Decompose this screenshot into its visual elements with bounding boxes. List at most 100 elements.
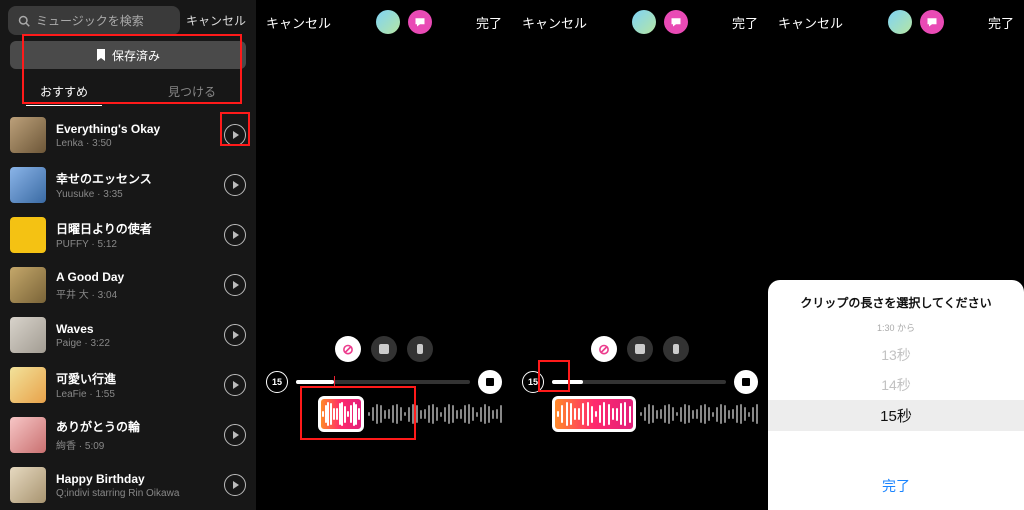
play-button[interactable] xyxy=(224,324,246,346)
photo-icon[interactable] xyxy=(632,10,656,34)
album-art xyxy=(10,117,46,153)
clip-mode-icon[interactable] xyxy=(627,336,653,362)
search-row: ミュージックを検索 キャンセル xyxy=(0,0,256,41)
play-button[interactable] xyxy=(224,274,246,296)
song-text: 可愛い行進 LeaFie · 1:55 xyxy=(56,370,214,400)
timeline: 15 xyxy=(256,370,512,394)
done-button[interactable]: 完了 xyxy=(732,13,758,32)
play-icon xyxy=(233,481,239,489)
header-icons xyxy=(632,10,688,34)
timeline: 15 xyxy=(512,370,768,394)
cancel-button[interactable]: キャンセル xyxy=(266,13,331,32)
duration-sheet: クリップの長さを選択してください 1:30 から 13秒14秒15秒 完了 xyxy=(768,280,1024,510)
photo-icon[interactable] xyxy=(376,10,400,34)
cancel-button[interactable]: キャンセル xyxy=(186,12,246,29)
song-row[interactable]: A Good Day平井 大 · 3:04 xyxy=(0,260,256,310)
play-icon xyxy=(233,281,239,289)
song-text: Happy Birthday Q;indivi starring Rin Oika… xyxy=(56,472,214,499)
timeline-track[interactable] xyxy=(552,380,726,384)
song-row[interactable]: 日曜日よりの使者PUFFY · 5:12 xyxy=(0,210,256,260)
song-meta: LeaFie · 1:55 xyxy=(56,389,214,400)
duration-badge[interactable]: 15 xyxy=(522,371,544,393)
song-title: Waves xyxy=(56,322,214,336)
stop-button[interactable] xyxy=(734,370,758,394)
done-button[interactable]: 完了 xyxy=(476,13,502,32)
stop-button[interactable] xyxy=(478,370,502,394)
tabs: おすすめ 見つける xyxy=(0,75,256,110)
duration-option[interactable]: 13秒 xyxy=(768,340,1024,370)
photo-icon[interactable] xyxy=(888,10,912,34)
play-button[interactable] xyxy=(224,224,246,246)
song-meta: Yuusuke · 3:35 xyxy=(56,189,214,200)
song-title: 幸せのエッセンス xyxy=(56,170,214,187)
clip-controls: ⊘ xyxy=(512,336,768,362)
song-row[interactable]: ありがとうの輪絢香 · 5:09 xyxy=(0,410,256,460)
saved-label: 保存済み xyxy=(112,47,160,64)
music-editor-screen: キャンセル 完了 ⊘ 15 xyxy=(512,0,768,510)
song-row[interactable]: Happy Birthday Q;indivi starring Rin Oika… xyxy=(0,460,256,510)
song-row[interactable]: Everything's OkayLenka · 3:50 xyxy=(0,110,256,160)
clip-mode-icon[interactable] xyxy=(663,336,689,362)
timeline-track[interactable] xyxy=(296,380,470,384)
album-art xyxy=(10,417,46,453)
saved-button[interactable]: 保存済み xyxy=(10,41,246,69)
song-text: WavesPaige · 3:22 xyxy=(56,322,214,349)
tab-recommended[interactable]: おすすめ xyxy=(0,75,128,110)
album-art xyxy=(10,217,46,253)
delete-clip-icon[interactable]: ⊘ xyxy=(591,336,617,362)
song-text: A Good Day平井 大 · 3:04 xyxy=(56,270,214,301)
waveform-selection[interactable] xyxy=(552,396,636,432)
song-title: Happy Birthday xyxy=(56,472,214,486)
sheet-subtitle: 1:30 から xyxy=(768,321,1024,334)
song-text: 幸せのエッセンス Yuusuke · 3:35 xyxy=(56,170,214,200)
sheet-done-button[interactable]: 完了 xyxy=(768,462,1024,510)
song-row[interactable]: WavesPaige · 3:22 xyxy=(0,310,256,360)
play-button[interactable] xyxy=(224,174,246,196)
chat-icon[interactable] xyxy=(408,10,432,34)
song-title: ありがとうの輪 xyxy=(56,418,214,435)
duration-badge[interactable]: 15 xyxy=(266,371,288,393)
chat-icon[interactable] xyxy=(664,10,688,34)
tab-discover[interactable]: 見つける xyxy=(128,75,256,110)
duration-sheet-screen: キャンセル 完了 クリップの長さを選択してください 1:30 から 13秒14秒… xyxy=(768,0,1024,510)
waveform-rest xyxy=(636,399,762,429)
duration-options[interactable]: 13秒14秒15秒 xyxy=(768,340,1024,431)
search-input[interactable]: ミュージックを検索 xyxy=(8,6,180,35)
song-meta: Lenka · 3:50 xyxy=(56,138,214,149)
music-picker-screen: ミュージックを検索 キャンセル 保存済み おすすめ 見つける Everythin… xyxy=(0,0,256,510)
clip-mode-icon[interactable] xyxy=(407,336,433,362)
waveform-selection[interactable] xyxy=(318,396,364,432)
song-title: A Good Day xyxy=(56,270,214,284)
song-meta: Q;indivi starring Rin Oikawa xyxy=(56,488,214,499)
cancel-button[interactable]: キャンセル xyxy=(522,13,587,32)
duration-option[interactable]: 14秒 xyxy=(768,370,1024,400)
play-icon xyxy=(233,231,239,239)
bookmark-icon xyxy=(96,49,106,61)
album-art xyxy=(10,367,46,403)
header-icons xyxy=(376,10,432,34)
play-button[interactable] xyxy=(224,374,246,396)
waveform-row[interactable] xyxy=(512,396,768,432)
song-list: Everything's OkayLenka · 3:50 幸せのエッセンス Yuu… xyxy=(0,110,256,510)
duration-option[interactable]: 15秒 xyxy=(768,400,1024,431)
play-button[interactable] xyxy=(224,474,246,496)
waveform-row[interactable] xyxy=(256,396,512,432)
done-button[interactable]: 完了 xyxy=(988,13,1014,32)
search-placeholder: ミュージックを検索 xyxy=(36,12,144,29)
song-row[interactable]: 可愛い行進 LeaFie · 1:55 xyxy=(0,360,256,410)
clip-mode-icon[interactable] xyxy=(371,336,397,362)
play-button[interactable] xyxy=(224,424,246,446)
song-text: ありがとうの輪絢香 · 5:09 xyxy=(56,418,214,452)
play-button[interactable] xyxy=(224,124,246,146)
clip-controls: ⊘ xyxy=(256,336,512,362)
cancel-button[interactable]: キャンセル xyxy=(778,13,843,32)
chat-icon[interactable] xyxy=(920,10,944,34)
editor-header: キャンセル 完了 xyxy=(768,6,1024,38)
song-text: Everything's OkayLenka · 3:50 xyxy=(56,122,214,149)
song-row[interactable]: 幸せのエッセンス Yuusuke · 3:35 xyxy=(0,160,256,210)
song-title: 可愛い行進 xyxy=(56,370,214,387)
song-meta: 絢香 · 5:09 xyxy=(56,437,214,452)
delete-clip-icon[interactable]: ⊘ xyxy=(335,336,361,362)
play-icon xyxy=(233,181,239,189)
editor-header: キャンセル 完了 xyxy=(256,6,512,38)
